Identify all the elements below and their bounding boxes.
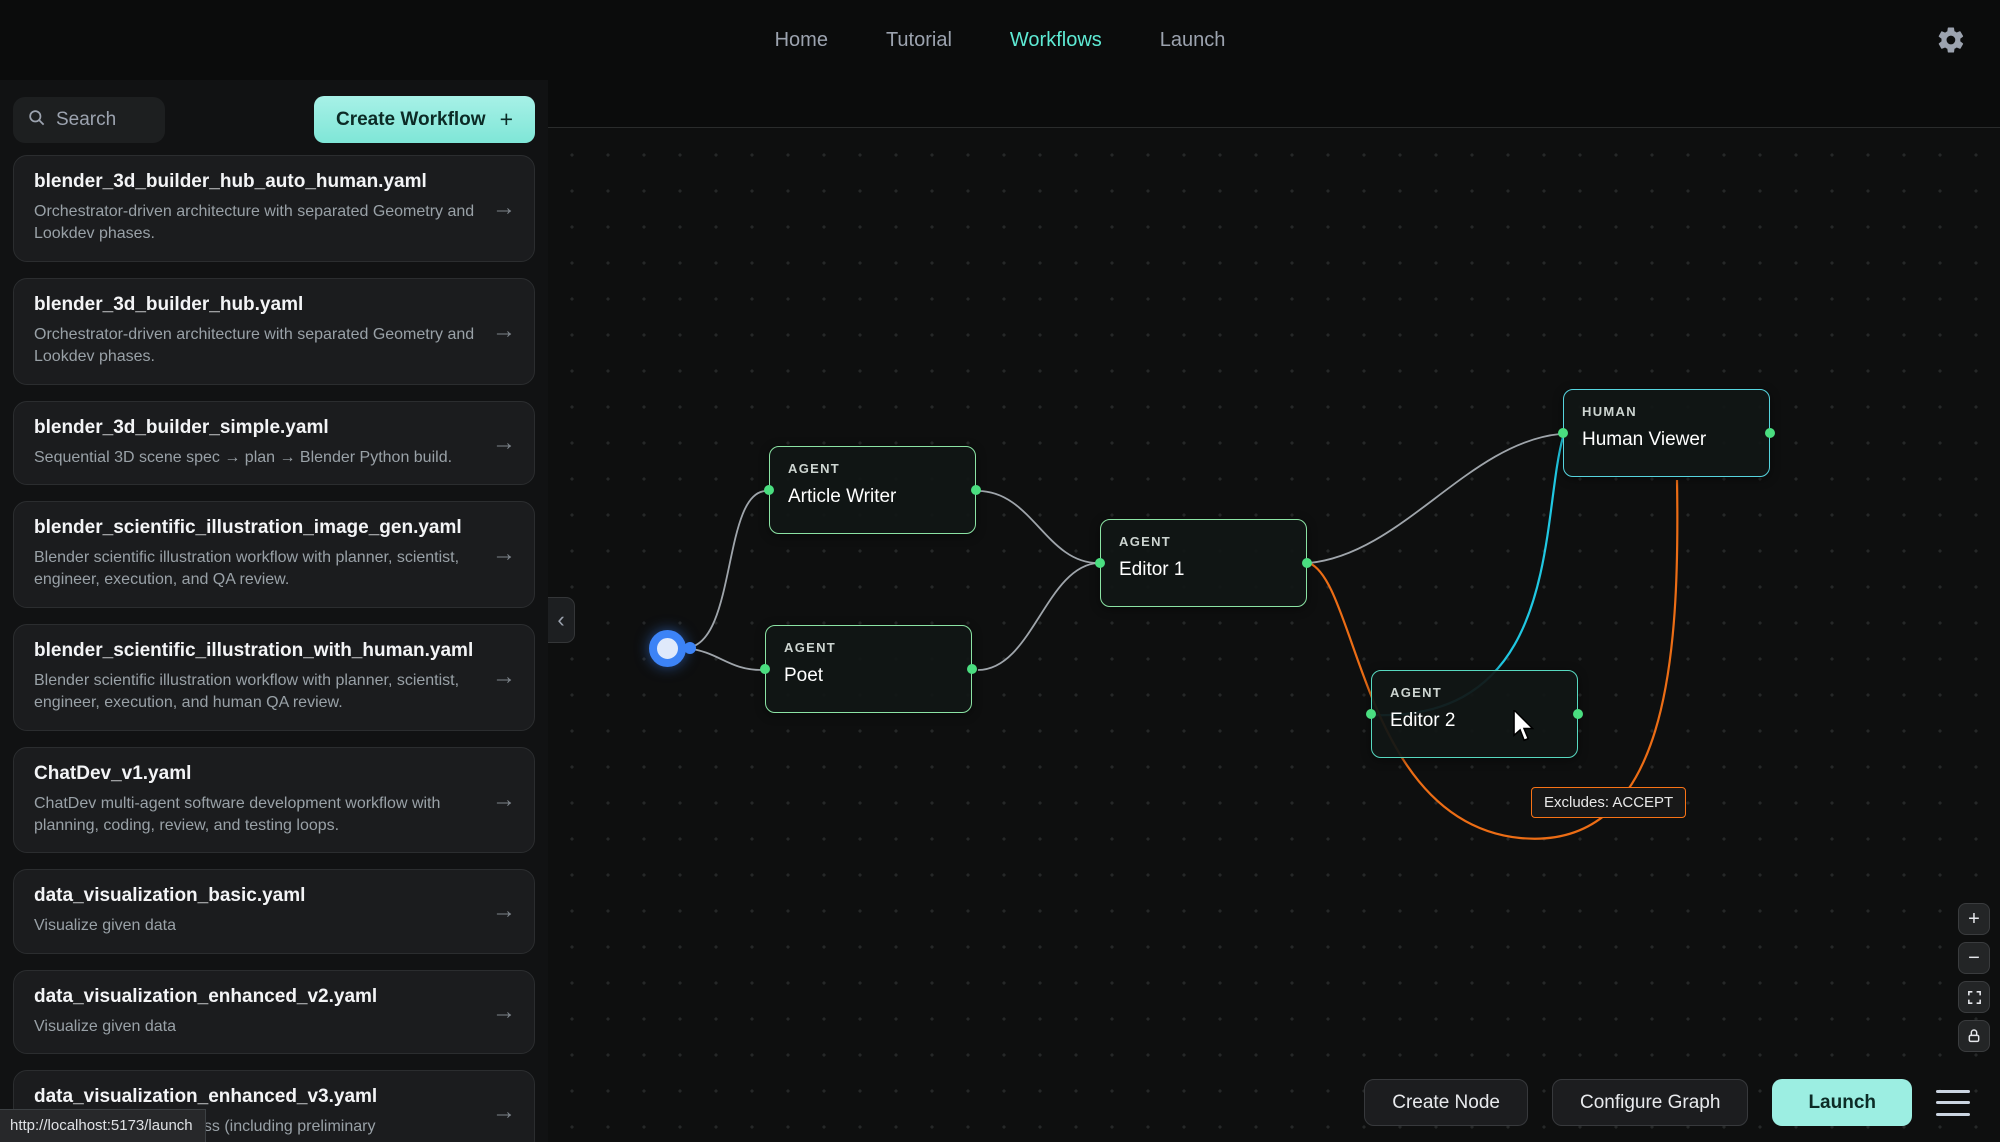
nav-launch[interactable]: Launch — [1160, 29, 1226, 52]
top-navbar: Home Tutorial Workflows Launch — [0, 0, 2000, 80]
search-icon — [27, 108, 46, 132]
output-handle[interactable] — [967, 664, 977, 674]
configure-graph-button[interactable]: Configure Graph — [1552, 1079, 1748, 1126]
nav-home[interactable]: Home — [775, 29, 828, 52]
node-title: Editor 2 — [1390, 710, 1559, 732]
nav-tutorial[interactable]: Tutorial — [886, 29, 952, 52]
node-title: Human Viewer — [1582, 429, 1751, 451]
workflow-card[interactable]: blender_3d_builder_simple.yaml Sequentia… — [13, 401, 535, 485]
input-handle[interactable] — [760, 664, 770, 674]
footer-action-bar: Create Node Configure Graph Launch — [1364, 1079, 1970, 1126]
gear-icon[interactable] — [1936, 25, 1966, 55]
arrow-right-icon[interactable]: → — [492, 194, 516, 222]
workflow-card[interactable]: ChatDev_v1.yaml ChatDev multi-agent soft… — [13, 747, 535, 854]
workflow-card[interactable]: blender_3d_builder_hub.yaml Orchestrator… — [13, 278, 535, 385]
canvas-controls: + − — [1958, 903, 1990, 1052]
start-node[interactable] — [649, 630, 686, 667]
input-handle[interactable] — [1558, 428, 1568, 438]
create-workflow-button[interactable]: Create Workflow + — [314, 96, 535, 143]
workflow-description: ChatDev multi-agent software development… — [34, 793, 482, 838]
plus-icon: + — [500, 106, 513, 133]
launch-button[interactable]: Launch — [1772, 1079, 1912, 1126]
status-url: http://localhost:5173/launch — [0, 1109, 206, 1142]
arrow-right-icon[interactable]: → — [492, 786, 516, 814]
workflow-sidebar: Create Workflow + blender_3d_builder_hub… — [0, 80, 548, 1142]
node-article-writer[interactable]: AGENT Article Writer — [769, 446, 976, 534]
arrow-right-icon[interactable]: → — [492, 663, 516, 691]
create-node-button[interactable]: Create Node — [1364, 1079, 1528, 1126]
canvas-top-divider — [548, 127, 2000, 128]
workflow-description: Visualize given data — [34, 915, 482, 937]
hamburger-menu-icon[interactable] — [1936, 1090, 1970, 1116]
output-handle[interactable] — [1302, 558, 1312, 568]
workflow-name: blender_3d_builder_hub.yaml — [34, 294, 482, 316]
fit-view-button[interactable] — [1958, 981, 1990, 1013]
zoom-in-button[interactable]: + — [1958, 903, 1990, 935]
arrow-right-icon[interactable]: → — [492, 897, 516, 925]
node-type-label: AGENT — [788, 461, 957, 476]
workflow-card[interactable]: data_visualization_basic.yaml Visualize … — [13, 869, 535, 953]
workflow-name: ChatDev_v1.yaml — [34, 763, 482, 785]
create-workflow-label: Create Workflow — [336, 109, 486, 131]
workflow-card[interactable]: blender_3d_builder_hub_auto_human.yaml O… — [13, 155, 535, 262]
arrow-right-icon[interactable]: → — [492, 1098, 516, 1126]
arrow-right-icon[interactable]: → — [492, 998, 516, 1026]
lock-icon[interactable] — [1958, 1020, 1990, 1052]
workflow-name: blender_3d_builder_simple.yaml — [34, 417, 482, 439]
workflow-description: Orchestrator-driven architecture with se… — [34, 201, 482, 246]
workflow-card[interactable]: blender_scientific_illustration_image_ge… — [13, 501, 535, 608]
node-editor-1[interactable]: AGENT Editor 1 — [1100, 519, 1307, 607]
edge-condition-tooltip: Excludes: ACCEPT — [1531, 787, 1686, 818]
arrow-right-icon[interactable]: → — [492, 429, 516, 457]
sidebar-header: Create Workflow + — [13, 96, 535, 143]
workflow-card[interactable]: data_visualization_enhanced_v2.yaml Visu… — [13, 970, 535, 1054]
start-node-handle[interactable] — [684, 642, 696, 654]
workflow-description: Orchestrator-driven architecture with se… — [34, 324, 482, 369]
output-handle[interactable] — [1765, 428, 1775, 438]
workflow-card[interactable]: blender_scientific_illustration_with_hum… — [13, 624, 535, 731]
input-handle[interactable] — [1366, 709, 1376, 719]
search-box[interactable] — [13, 97, 165, 143]
node-type-label: AGENT — [784, 640, 953, 655]
output-handle[interactable] — [1573, 709, 1583, 719]
workflow-description: Visualize given data — [34, 1016, 482, 1038]
workflow-description: Sequential 3D scene spec → plan → Blende… — [34, 447, 482, 469]
node-title: Poet — [784, 665, 953, 687]
arrow-right-icon[interactable]: → — [492, 317, 516, 345]
output-handle[interactable] — [971, 485, 981, 495]
node-type-label: AGENT — [1119, 534, 1288, 549]
node-editor-2[interactable]: AGENT Editor 2 — [1371, 670, 1578, 758]
workflow-name: blender_3d_builder_hub_auto_human.yaml — [34, 171, 482, 193]
workflow-description: Blender scientific illustration workflow… — [34, 547, 482, 592]
node-title: Editor 1 — [1119, 559, 1288, 581]
arrow-right-icon[interactable]: → — [492, 540, 516, 568]
node-type-label: HUMAN — [1582, 404, 1751, 419]
workflow-description: Blender scientific illustration workflow… — [34, 670, 482, 715]
workflow-name: data_visualization_enhanced_v2.yaml — [34, 986, 482, 1008]
workflow-name: data_visualization_enhanced_v3.yaml — [34, 1086, 482, 1108]
input-handle[interactable] — [764, 485, 774, 495]
search-input[interactable] — [56, 109, 146, 131]
node-poet[interactable]: AGENT Poet — [765, 625, 972, 713]
zoom-out-button[interactable]: − — [1958, 942, 1990, 974]
node-human-viewer[interactable]: HUMAN Human Viewer — [1563, 389, 1770, 477]
sidebar-collapse-button[interactable]: ‹ — [548, 597, 575, 643]
nav-workflows[interactable]: Workflows — [1010, 29, 1102, 52]
node-type-label: AGENT — [1390, 685, 1559, 700]
chevron-left-icon: ‹ — [557, 607, 564, 633]
node-title: Article Writer — [788, 486, 957, 508]
workflow-name: blender_scientific_illustration_image_ge… — [34, 517, 482, 539]
workflow-name: data_visualization_basic.yaml — [34, 885, 482, 907]
workflow-name: blender_scientific_illustration_with_hum… — [34, 640, 482, 662]
input-handle[interactable] — [1095, 558, 1105, 568]
